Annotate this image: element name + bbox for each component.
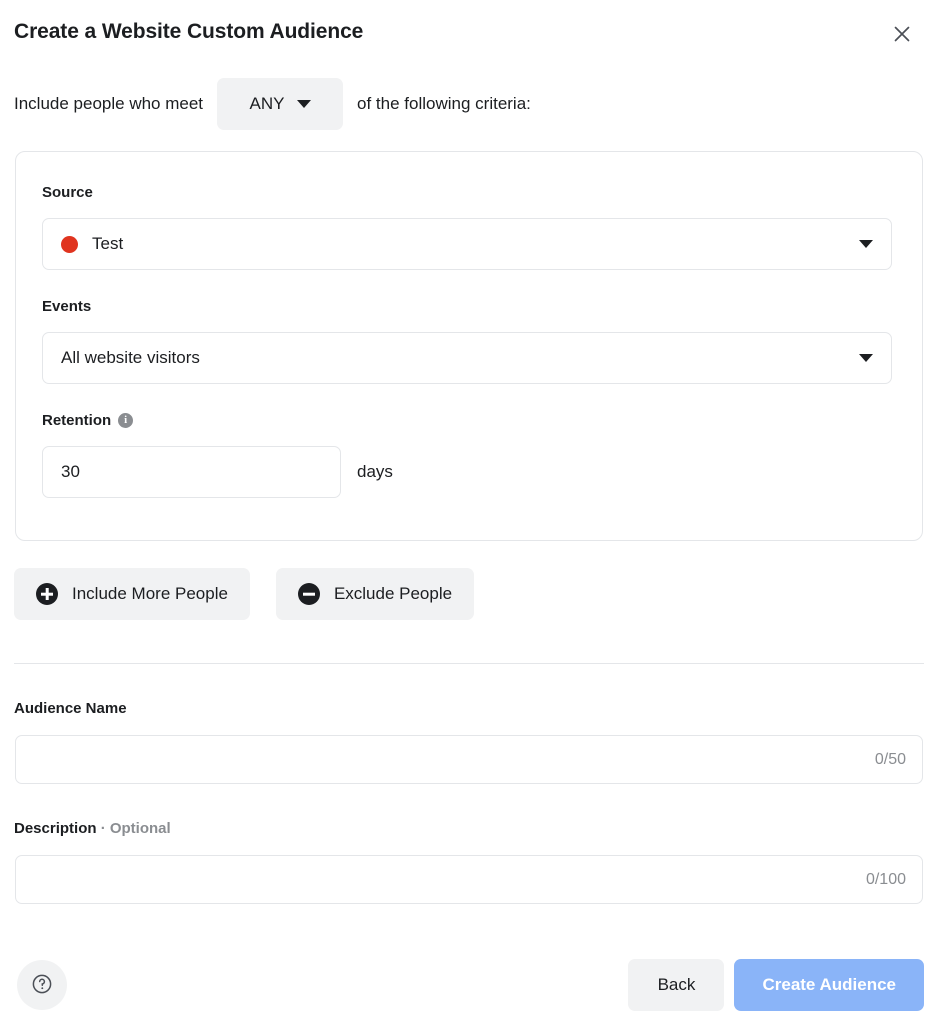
footer-actions: Back Create Audience [628, 959, 924, 1011]
chevron-down-icon [859, 240, 873, 248]
description-label: Description · Optional [14, 820, 171, 837]
chevron-down-icon [296, 100, 311, 108]
retention-unit-label: days [357, 462, 393, 481]
description-input[interactable] [16, 856, 922, 903]
description-field[interactable]: 0/100 [15, 855, 923, 904]
dialog-header: Create a Website Custom Audience [0, 0, 938, 66]
match-type-dropdown[interactable]: ANY [217, 78, 344, 130]
retention-days-input[interactable] [42, 446, 341, 498]
events-select-value: All website visitors [61, 348, 200, 367]
page-title: Create a Website Custom Audience [14, 20, 364, 43]
include-more-people-button[interactable]: Include More People [14, 568, 250, 620]
source-select[interactable]: Test [42, 218, 892, 270]
create-audience-button[interactable]: Create Audience [734, 959, 924, 1011]
dialog-footer: Back Create Audience [0, 952, 938, 1024]
plus-circle-icon [36, 583, 58, 605]
create-audience-dialog: Create a Website Custom Audience Include… [0, 0, 938, 1024]
source-select-label: Test [92, 234, 124, 253]
audience-name-field[interactable]: 0/50 [15, 735, 923, 784]
retention-label: Retention i [42, 412, 134, 429]
criteria-prefix-text: Include people who meet [14, 94, 204, 113]
criteria-card: Source Test Events All website visitors … [15, 151, 923, 541]
section-divider [14, 663, 924, 664]
close-button[interactable] [884, 16, 920, 52]
exclude-people-label: Exclude People [333, 584, 453, 603]
pixel-status-dot-icon [61, 235, 78, 253]
back-button[interactable]: Back [628, 959, 725, 1011]
source-label: Source [42, 184, 93, 201]
retention-row: days [42, 446, 393, 498]
audience-name-label: Audience Name [14, 700, 127, 717]
people-actions-row: Include More People Exclude People [14, 568, 475, 620]
info-icon[interactable]: i [118, 413, 134, 428]
minus-circle-icon [297, 583, 320, 605]
criteria-row: Include people who meet ANY of the follo… [14, 78, 531, 130]
include-more-people-label: Include More People [72, 584, 228, 603]
help-button[interactable] [17, 960, 67, 1010]
audience-name-input[interactable] [16, 736, 922, 783]
match-type-value: ANY [249, 94, 285, 113]
help-circle-icon [30, 972, 54, 999]
chevron-down-icon [859, 354, 873, 362]
source-select-value: Test [61, 234, 859, 254]
events-label: Events [42, 298, 92, 315]
description-optional-text: · Optional [100, 820, 171, 837]
close-icon [892, 24, 912, 44]
exclude-people-button[interactable]: Exclude People [275, 568, 475, 620]
description-label-text: Description [14, 820, 97, 837]
criteria-suffix-text: of the following criteria: [357, 94, 531, 113]
retention-label-text: Retention [42, 412, 112, 429]
events-select[interactable]: All website visitors [42, 332, 892, 384]
